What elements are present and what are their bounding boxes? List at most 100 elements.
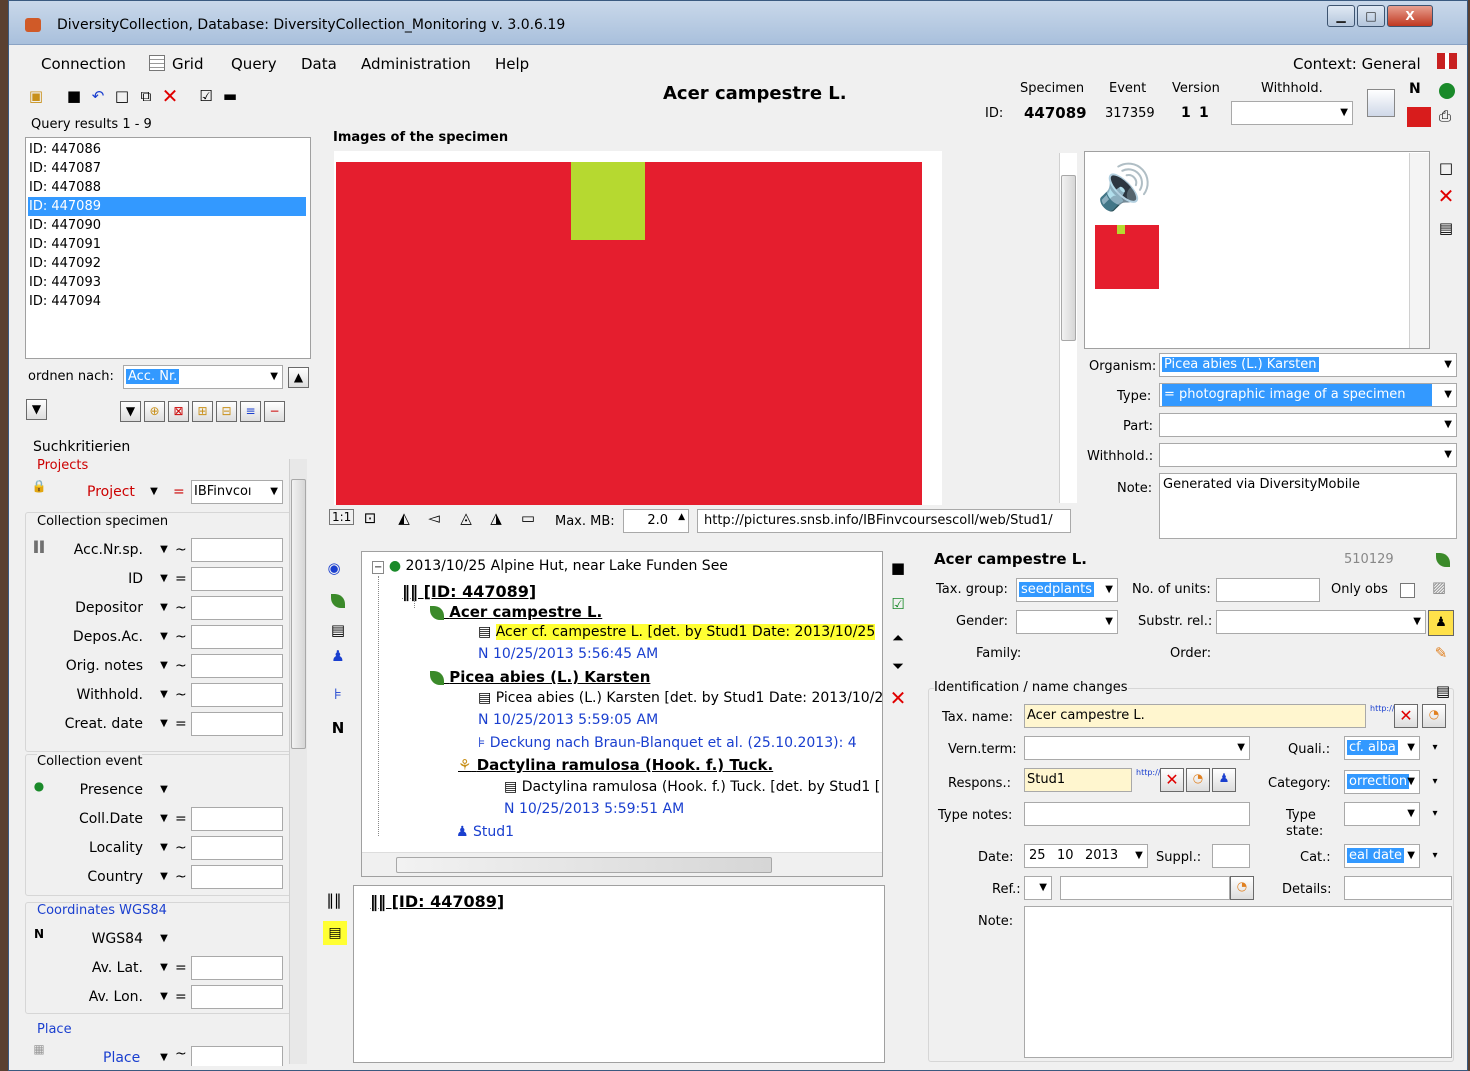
- query-results-list[interactable]: ID: 447086 ID: 447087 ID: 447088 ID: 447089…: [25, 137, 311, 359]
- sort-descending-button[interactable]: ▼: [26, 399, 47, 420]
- search-field-input[interactable]: [191, 625, 283, 649]
- typenotes-input[interactable]: [1024, 802, 1250, 826]
- new-icon[interactable]: □: [113, 87, 131, 105]
- date-input[interactable]: 25 10 2013: [1024, 844, 1148, 868]
- menu-grid[interactable]: Grid: [172, 55, 203, 73]
- copy-icon[interactable]: ⧉: [137, 87, 155, 105]
- search-field-op-dropdown[interactable]: ▼: [157, 544, 171, 555]
- media-scrollbar[interactable]: [1409, 153, 1429, 348]
- print-icon[interactable]: ⎙: [1439, 107, 1451, 125]
- search-field-input[interactable]: [191, 836, 283, 860]
- taxgroup-select[interactable]: seedplants ▼: [1016, 578, 1118, 602]
- search-field-op-dropdown[interactable]: ▼: [157, 962, 171, 973]
- only-obs-checkbox[interactable]: [1400, 583, 1415, 598]
- date-dropdown[interactable]: ▼: [1132, 850, 1146, 861]
- tree-hscrollbar[interactable]: [362, 852, 882, 876]
- query-result-item[interactable]: ID: 447088: [28, 178, 306, 197]
- tree-specimen-node[interactable]: ‖‖ [ID: 447089]: [402, 582, 536, 601]
- specimen-image-icon[interactable]: [1407, 107, 1431, 127]
- image-icon[interactable]: ▨: [1430, 578, 1448, 596]
- tree-time-acer[interactable]: N 10/25/2013 5:56:45 AM: [478, 646, 658, 662]
- tree-time-picea[interactable]: N 10/25/2013 5:59:05 AM: [478, 712, 658, 728]
- substr-select[interactable]: ▼: [1216, 610, 1426, 634]
- close-button[interactable]: X: [1387, 5, 1433, 27]
- rotate-left-icon[interactable]: ◅: [425, 509, 443, 527]
- search-field-op-dropdown[interactable]: ▼: [157, 784, 171, 795]
- cat-select[interactable]: eal date ▼: [1344, 844, 1420, 868]
- fit-image-icon[interactable]: ⊡: [361, 509, 379, 527]
- menu-help[interactable]: Help: [495, 55, 529, 73]
- vernterm-select[interactable]: ▼: [1024, 736, 1250, 760]
- search-field-op-dropdown[interactable]: ▼: [157, 813, 171, 824]
- tree-taxon-picea[interactable]: Picea abies (L.) Karsten: [430, 668, 650, 686]
- new-media-icon[interactable]: □: [1437, 159, 1455, 177]
- quali-extra-dropdown[interactable]: ▾: [1428, 742, 1442, 753]
- specimen-barcode-icon[interactable]: ‖‖: [325, 891, 343, 909]
- project-op-dropdown[interactable]: ▼: [147, 486, 161, 497]
- zoom-1to1-button[interactable]: 1:1: [329, 509, 355, 525]
- search-field-op-dropdown[interactable]: ▼: [157, 718, 171, 729]
- add-coordinates-icon[interactable]: N: [329, 719, 347, 737]
- flip-icon[interactable]: ◭: [395, 509, 413, 527]
- media-properties-icon[interactable]: ▤: [1437, 219, 1455, 237]
- cat-extra-dropdown[interactable]: ▾: [1428, 850, 1442, 861]
- search-field-op-dropdown[interactable]: ▼: [157, 842, 171, 853]
- organism-select[interactable]: Picea abies (L.) Karsten ▼: [1159, 353, 1457, 377]
- event-globe-icon[interactable]: ◉: [325, 559, 343, 577]
- search-field-input[interactable]: [191, 956, 283, 980]
- query-list-icon[interactable]: ⊟: [216, 401, 237, 422]
- search-scrollbar[interactable]: [289, 459, 307, 1064]
- place-input[interactable]: [191, 1046, 283, 1066]
- search-field-input[interactable]: [191, 538, 283, 562]
- respons-link[interactable]: http://id.s: [1136, 768, 1175, 778]
- query-result-item[interactable]: ID: 447087: [28, 159, 306, 178]
- move-up-icon[interactable]: ⏶: [889, 629, 907, 647]
- open-form-icon[interactable]: ▣: [27, 87, 45, 105]
- max-mb-input[interactable]: 2.0 ▲: [623, 509, 689, 533]
- search-field-op-dropdown[interactable]: ▼: [157, 689, 171, 700]
- typestate-extra-dropdown[interactable]: ▾: [1428, 808, 1442, 819]
- tree-event-node[interactable]: − ● 2013/10/25 Alpine Hut, near Lake Fun…: [372, 558, 728, 574]
- search-field-input[interactable]: [191, 865, 283, 889]
- search-field-op-dropdown[interactable]: ▼: [157, 660, 171, 671]
- query-remove-icon[interactable]: ⊠: [168, 401, 189, 422]
- gender-select[interactable]: ▼: [1016, 610, 1118, 634]
- query-result-item[interactable]: ID: 447092: [28, 254, 306, 273]
- undo-icon[interactable]: ↶: [89, 87, 107, 105]
- taxname-lookup-button[interactable]: ◔: [1422, 704, 1446, 728]
- fullscreen-icon[interactable]: ▭: [519, 509, 537, 527]
- query-result-item[interactable]: ID: 447086: [28, 140, 306, 159]
- taxname-clear-button[interactable]: ✕: [1394, 704, 1418, 728]
- suppl-input[interactable]: [1212, 844, 1250, 868]
- image-viewer[interactable]: [334, 151, 942, 505]
- query-add-list-icon[interactable]: ⊞: [192, 401, 213, 422]
- project-select[interactable]: IBFinvcoı ▼: [191, 480, 283, 504]
- parts-specimen-node[interactable]: ‖‖ [ID: 447089]: [370, 892, 504, 911]
- relation-icon[interactable]: ♟: [1428, 610, 1454, 636]
- taxname-input[interactable]: Acer campestre L.: [1024, 704, 1366, 728]
- save-icon[interactable]: ■: [65, 87, 83, 105]
- tree-analysis-node[interactable]: ⊧ Deckung nach Braun-Blanquet et al. (25…: [478, 735, 857, 751]
- image-url-field[interactable]: http://pictures.snsb.info/IBFinvcoursesc…: [697, 509, 1071, 533]
- taxname-link[interactable]: http://id.s: [1370, 704, 1409, 714]
- quali-select[interactable]: cf. alba ▼: [1344, 736, 1420, 760]
- search-field-input[interactable]: [191, 807, 283, 831]
- place-op-dropdown[interactable]: ▼: [157, 1052, 171, 1063]
- menu-connection[interactable]: Connection: [41, 55, 126, 73]
- specimen-tree[interactable]: − ● 2013/10/25 Alpine Hut, near Lake Fun…: [361, 551, 883, 877]
- media-list[interactable]: 🔊: [1084, 151, 1430, 349]
- search-field-op-dropdown[interactable]: ▼: [157, 631, 171, 642]
- image-scrollbar[interactable]: [1059, 153, 1077, 503]
- tree-save-icon[interactable]: ■: [889, 559, 907, 577]
- mirror-icon[interactable]: ◬: [457, 509, 475, 527]
- edit-pencil-icon[interactable]: ✎: [1432, 644, 1450, 662]
- units-input[interactable]: [1216, 578, 1320, 602]
- add-note-icon[interactable]: ▤: [329, 621, 347, 639]
- minimize-button[interactable]: ▁: [1327, 5, 1355, 27]
- tree-check-icon[interactable]: ☑: [889, 595, 907, 613]
- media-note-field[interactable]: Generated via DiversityMobile: [1159, 473, 1457, 539]
- category-select[interactable]: orrection ▼: [1344, 770, 1420, 794]
- grid-view-icon[interactable]: ▬: [221, 87, 239, 105]
- details-input[interactable]: [1344, 876, 1452, 900]
- respons-user-button[interactable]: ♟: [1212, 768, 1236, 792]
